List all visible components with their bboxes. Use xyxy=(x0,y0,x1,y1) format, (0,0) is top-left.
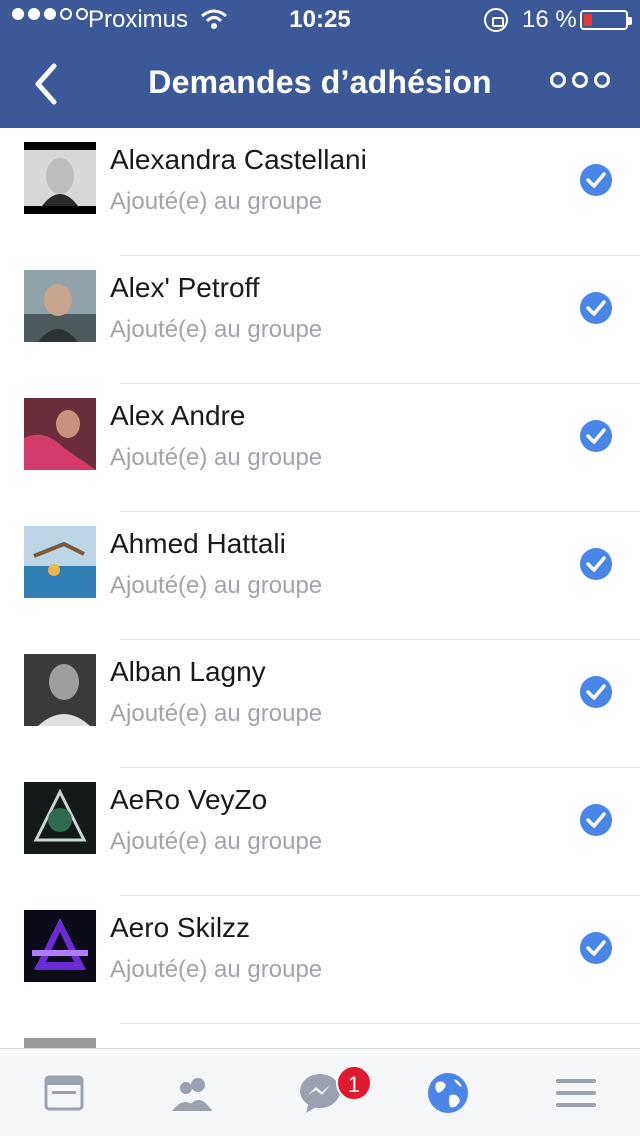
check-circle-icon xyxy=(580,676,612,708)
battery-icon xyxy=(580,10,632,30)
member-name: Ahmed Hattali xyxy=(110,528,286,559)
avatar xyxy=(24,1038,96,1048)
avatar xyxy=(24,142,96,214)
page-title: Demandes d’adhésion xyxy=(148,64,492,100)
check-circle-icon xyxy=(580,932,612,964)
status-bar: Proximus 10:25 16 % xyxy=(0,0,640,40)
list-item[interactable]: Ahmed Hattali Ajouté(e) au groupe xyxy=(0,512,640,640)
list-item[interactable]: AeRo VeyZo Ajouté(e) au groupe xyxy=(0,768,640,896)
member-status: Ajouté(e) au groupe xyxy=(110,956,323,983)
menu-icon[interactable] xyxy=(554,1071,598,1115)
member-status: Ajouté(e) au groupe xyxy=(110,316,323,343)
member-name: Alexandra Castellani xyxy=(110,144,367,175)
check-circle-icon xyxy=(580,548,612,580)
member-name: Alex Andre xyxy=(110,400,246,431)
list-item-partial[interactable] xyxy=(0,1024,640,1048)
member-request-list: Alexandra Castellani Ajouté(e) au groupe… xyxy=(0,128,640,1048)
member-status: Ajouté(e) au groupe xyxy=(110,700,323,727)
messenger-notification-badge: 1 xyxy=(336,1065,372,1101)
member-status: Ajouté(e) au groupe xyxy=(110,188,323,215)
messenger-icon[interactable] xyxy=(298,1071,342,1115)
list-item[interactable]: Alexandra Castellani Ajouté(e) au groupe xyxy=(0,128,640,256)
member-name: AeRo VeyZo xyxy=(110,784,268,815)
list-item[interactable]: Aero Skilzz Ajouté(e) au groupe xyxy=(0,896,640,1024)
list-item[interactable]: Alex Andre Ajouté(e) au groupe xyxy=(0,384,640,512)
globe-icon[interactable] xyxy=(426,1071,470,1115)
friends-icon[interactable] xyxy=(170,1071,214,1115)
list-item[interactable]: Alban Lagny Ajouté(e) au groupe xyxy=(0,640,640,768)
member-status: Ajouté(e) au groupe xyxy=(110,572,323,599)
list-item[interactable]: Alex' Petroff Ajouté(e) au groupe xyxy=(0,256,640,384)
avatar xyxy=(24,782,96,854)
check-circle-icon xyxy=(580,164,612,196)
battery-percent: 16 % xyxy=(522,6,577,33)
orientation-lock-icon xyxy=(484,8,508,32)
news-feed-icon[interactable] xyxy=(42,1071,86,1115)
member-status: Ajouté(e) au groupe xyxy=(110,444,323,471)
avatar xyxy=(24,910,96,982)
more-options-icon[interactable] xyxy=(550,72,610,88)
avatar xyxy=(24,270,96,342)
avatar xyxy=(24,398,96,470)
member-name: Alex' Petroff xyxy=(110,272,260,303)
check-circle-icon xyxy=(580,804,612,836)
avatar xyxy=(24,654,96,726)
header: Proximus 10:25 16 % Demandes d’adhésion xyxy=(0,0,640,128)
member-name: Aero Skilzz xyxy=(110,912,251,943)
tab-bar: 1 xyxy=(0,1048,640,1136)
avatar xyxy=(24,526,96,598)
check-circle-icon xyxy=(580,420,612,452)
navigation-bar: Demandes d’adhésion xyxy=(0,40,640,128)
member-status: Ajouté(e) au groupe xyxy=(110,828,323,855)
check-circle-icon xyxy=(580,292,612,324)
member-name: Alban Lagny xyxy=(110,656,266,687)
